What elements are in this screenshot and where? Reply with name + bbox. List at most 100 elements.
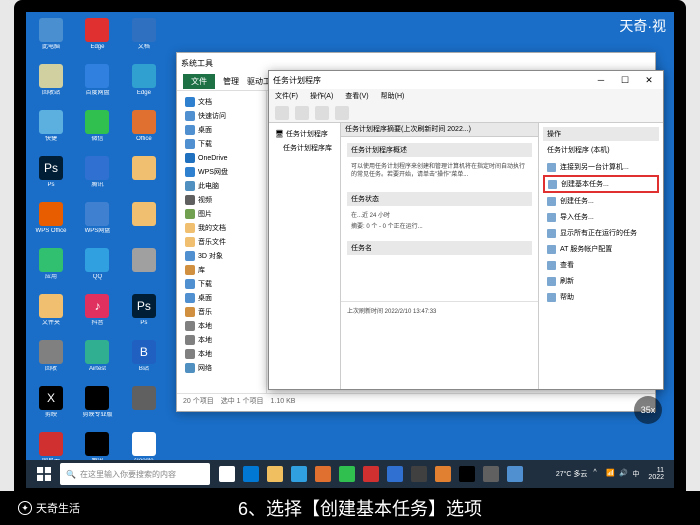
desktop-icon[interactable]: 此电脑 xyxy=(32,18,70,62)
scheduler-main: 任务计划程序摘要(上次刷新时间 2022...) 任务计划程序概述 可以使用任务… xyxy=(341,123,539,389)
desktop-icon[interactable]: PsPs xyxy=(125,294,163,338)
app-icon[interactable] xyxy=(408,462,430,486)
explorer-sidebar-item[interactable]: 我的文档 xyxy=(181,221,262,235)
explorer-sidebar-item[interactable]: WPS网盘 xyxy=(181,165,262,179)
app-icon[interactable] xyxy=(384,462,406,486)
explorer-tab[interactable]: 管理 xyxy=(223,76,239,87)
app-icon[interactable] xyxy=(312,462,334,486)
tray-ime-icon[interactable]: 中 xyxy=(632,469,642,479)
explorer-sidebar-item[interactable]: 快速访问 xyxy=(181,109,262,123)
desktop-icon[interactable]: 腾讯 xyxy=(78,156,116,200)
task-view-icon[interactable] xyxy=(216,462,238,486)
scheduler-action-item[interactable]: 导入任务... xyxy=(543,209,659,225)
minimize-icon[interactable]: ─ xyxy=(591,73,611,87)
desktop-icon[interactable]: PsPs xyxy=(32,156,70,200)
explorer-sidebar-item[interactable]: 本地 xyxy=(181,347,262,361)
toolbar-help-icon[interactable] xyxy=(335,106,349,120)
overview-title: 任务计划程序概述 xyxy=(347,143,532,157)
desktop-icon[interactable]: 剪映专业版 xyxy=(78,386,116,430)
scheduler-action-item[interactable]: AT 服务帐户配置 xyxy=(543,241,659,257)
explorer-sidebar-item[interactable]: 桌面 xyxy=(181,123,262,137)
app-icon[interactable] xyxy=(288,462,310,486)
explorer-file-tab[interactable]: 文件 xyxy=(183,74,215,89)
explorer-sidebar-item[interactable]: 下载 xyxy=(181,137,262,151)
desktop-icon[interactable]: 回收站 xyxy=(32,64,70,108)
scheduler-action-item[interactable]: 帮助 xyxy=(543,289,659,305)
app-icon[interactable] xyxy=(504,462,526,486)
desktop-icon[interactable]: WPS网盘 xyxy=(78,202,116,246)
desktop-icon[interactable] xyxy=(125,156,163,200)
explorer-sidebar-item[interactable]: 库 xyxy=(181,263,262,277)
desktop-icon[interactable]: 回收 xyxy=(32,340,70,384)
app-icon[interactable] xyxy=(336,462,358,486)
explorer-sidebar-item[interactable]: 音乐 xyxy=(181,305,262,319)
tray-network-icon[interactable]: 📶 xyxy=(606,469,616,479)
task-scheduler-window[interactable]: 任务计划程序 ─ ☐ ✕ 文件(F) 操作(A) 查看(V) 帮助(H) xyxy=(268,70,664,390)
actions-header: 操作 xyxy=(543,127,659,141)
menu-action[interactable]: 操作(A) xyxy=(310,91,333,101)
app-icon[interactable] xyxy=(480,462,502,486)
explorer-sidebar-item[interactable]: 文档 xyxy=(181,95,262,109)
desktop-icon[interactable] xyxy=(125,386,163,430)
close-icon[interactable]: ✕ xyxy=(639,73,659,87)
top-watermark: 天奇·视 xyxy=(619,16,666,36)
explorer-sidebar-item[interactable]: 网络 xyxy=(181,361,262,375)
desktop-icon[interactable]: Edge xyxy=(125,64,163,108)
scheduler-action-item[interactable]: 查看 xyxy=(543,257,659,273)
toolbar-forward-icon[interactable] xyxy=(295,106,309,120)
scheduler-action-item[interactable]: 显示所有正在运行的任务 xyxy=(543,225,659,241)
desktop-icon[interactable]: 快捷 xyxy=(32,110,70,154)
toolbar-refresh-icon[interactable] xyxy=(315,106,329,120)
explorer-sidebar-item[interactable]: 本地 xyxy=(181,333,262,347)
tray-volume-icon[interactable]: 🔊 xyxy=(619,469,629,479)
desktop-icon[interactable]: WPS Office xyxy=(32,202,70,246)
explorer-sidebar-item[interactable]: 此电脑 xyxy=(181,179,262,193)
create-basic-task-action[interactable]: 创建基本任务... xyxy=(543,175,659,193)
tree-root[interactable]: 🖥 任务计划程序 xyxy=(273,127,336,141)
refresh-info: 上次刷新时间 2022/2/10 13:47:33 xyxy=(341,301,538,319)
scheduler-action-item[interactable]: 创建任务... xyxy=(543,193,659,209)
desktop: 此电脑回收站快捷PsPsWPS Office应用文件夹回收X剪映网易云 Edge… xyxy=(26,12,674,460)
desktop-icon[interactable]: Office xyxy=(125,110,163,154)
app-icon[interactable] xyxy=(432,462,454,486)
start-button[interactable] xyxy=(30,462,58,486)
search-box[interactable]: 🔍 在这里输入你要搜索的内容 xyxy=(60,463,210,485)
explorer-sidebar-item[interactable]: 本地 xyxy=(181,319,262,333)
maximize-icon[interactable]: ☐ xyxy=(615,73,635,87)
desktop-icon[interactable]: 文档 xyxy=(125,18,163,62)
weather-widget[interactable]: 27°C 多云 xyxy=(556,469,588,479)
tray-up-icon[interactable]: ^ xyxy=(593,469,603,479)
explorer-sidebar-item[interactable]: OneDrive xyxy=(181,151,262,165)
desktop-icon[interactable]: QQ xyxy=(78,248,116,292)
desktop-icon[interactable]: BB站 xyxy=(125,340,163,384)
taskbar-time[interactable]: 11 xyxy=(648,467,664,474)
desktop-icon[interactable]: 文件夹 xyxy=(32,294,70,338)
explorer-sidebar-item[interactable]: 音乐文件 xyxy=(181,235,262,249)
explorer-sidebar-item[interactable]: 图片 xyxy=(181,207,262,221)
app-icon[interactable] xyxy=(456,462,478,486)
desktop-icon[interactable]: 微信 xyxy=(78,110,116,154)
menu-file[interactable]: 文件(F) xyxy=(275,91,298,101)
desktop-icon[interactable]: Edge xyxy=(78,18,116,62)
desktop-icon[interactable] xyxy=(125,202,163,246)
menu-help[interactable]: 帮助(H) xyxy=(381,91,405,101)
status-row: 在...近 24 小时 xyxy=(347,209,532,220)
desktop-icon[interactable]: 应用 xyxy=(32,248,70,292)
explorer-sidebar-item[interactable]: 视频 xyxy=(181,193,262,207)
scheduler-action-item[interactable]: 刷新 xyxy=(543,273,659,289)
edge-icon[interactable] xyxy=(240,462,262,486)
tree-library[interactable]: 任务计划程序库 xyxy=(273,141,336,155)
desktop-icon[interactable] xyxy=(125,248,163,292)
menu-view[interactable]: 查看(V) xyxy=(345,91,368,101)
toolbar-back-icon[interactable] xyxy=(275,106,289,120)
app-icon[interactable] xyxy=(360,462,382,486)
desktop-icon[interactable]: Airtest xyxy=(78,340,116,384)
explorer-sidebar-item[interactable]: 桌面 xyxy=(181,291,262,305)
desktop-icon[interactable]: ♪抖音 xyxy=(78,294,116,338)
desktop-icon[interactable]: X剪映 xyxy=(32,386,70,430)
explorer-sidebar-item[interactable]: 下载 xyxy=(181,277,262,291)
explorer-sidebar-item[interactable]: 3D 对象 xyxy=(181,249,262,263)
desktop-icon[interactable]: 百度网盘 xyxy=(78,64,116,108)
explorer-icon[interactable] xyxy=(264,462,286,486)
scheduler-action-item[interactable]: 连接到另一台计算机... xyxy=(543,159,659,175)
